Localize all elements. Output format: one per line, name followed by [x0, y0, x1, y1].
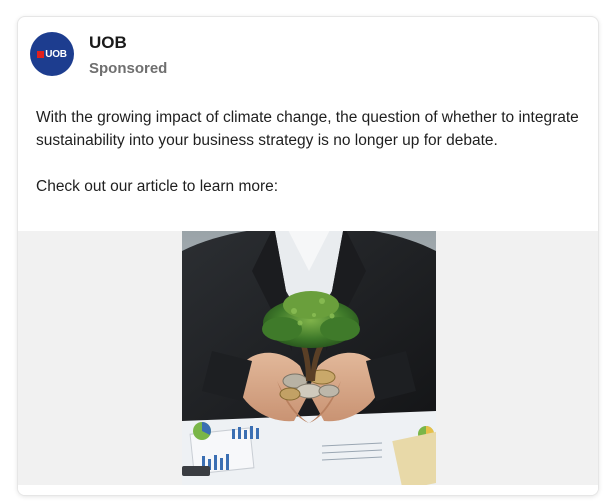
post-footer: [18, 485, 598, 495]
avatar-text: UOB: [45, 48, 67, 60]
advertiser-name[interactable]: UOB: [89, 33, 167, 53]
post-image[interactable]: [182, 231, 436, 485]
uob-logo-icon: UOB: [37, 49, 67, 60]
post-body-paragraph: With the growing impact of climate chang…: [36, 109, 579, 149]
logo-mark: [37, 50, 45, 58]
post-body-cta: Check out our article to learn more:: [36, 178, 279, 195]
post-media[interactable]: [18, 231, 598, 485]
sustainability-photo: [182, 231, 436, 485]
advertiser-info: UOB Sponsored: [89, 33, 167, 77]
sponsored-post-card: UOB UOB Sponsored With the growing impac…: [17, 16, 599, 496]
post-header: UOB UOB Sponsored: [30, 32, 167, 77]
advertiser-avatar[interactable]: UOB: [30, 32, 74, 76]
post-body: With the growing impact of climate chang…: [36, 106, 588, 198]
sponsored-label: Sponsored: [89, 60, 168, 77]
